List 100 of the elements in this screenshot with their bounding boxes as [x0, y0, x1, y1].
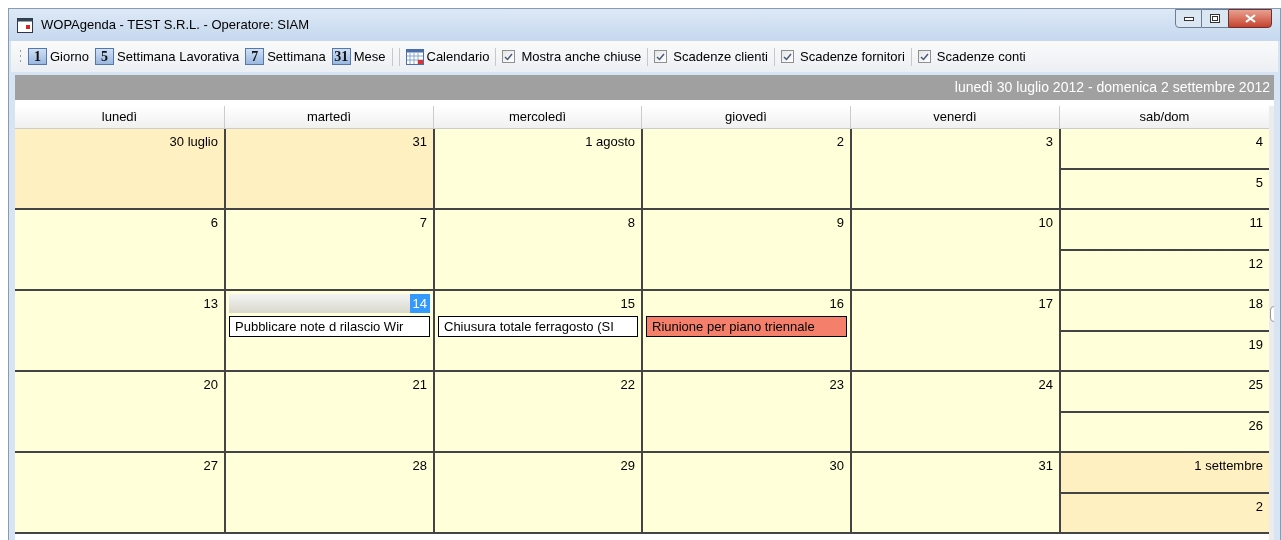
- day-cell[interactable]: 18: [1061, 291, 1269, 330]
- date-icon: 1: [28, 48, 47, 65]
- day-cell[interactable]: 7: [224, 210, 433, 289]
- day-number: 20: [202, 376, 219, 394]
- day-cell[interactable]: 11: [1061, 210, 1269, 249]
- day-cell[interactable]: 24: [850, 372, 1059, 451]
- day-number: 30: [828, 457, 845, 475]
- filter-checkbox[interactable]: Mostra anche chiuse: [502, 46, 642, 67]
- day-cell[interactable]: 13: [15, 291, 224, 370]
- calendar-event[interactable]: Riunione per piano triennale: [646, 316, 847, 337]
- date-icon: 31: [331, 48, 351, 65]
- day-cell[interactable]: 15 Chiusura totale ferragosto (SI: [433, 291, 641, 370]
- check-icon: [656, 52, 666, 61]
- day-cell[interactable]: 10: [850, 210, 1059, 289]
- day-number: 1 settembre: [1194, 457, 1263, 475]
- calendar-icon: [17, 17, 33, 33]
- column-header: mercoledì: [433, 106, 641, 128]
- column-header: martedì: [224, 106, 433, 128]
- day-number: 9: [835, 214, 845, 232]
- day-cell[interactable]: 12: [1061, 248, 1269, 289]
- day-cell[interactable]: 31: [850, 453, 1059, 532]
- day-cell[interactable]: 22: [433, 372, 641, 451]
- day-number: 19: [1248, 335, 1263, 354]
- day-cell[interactable]: 14 Pubblicare note d rilascio Wir: [224, 291, 433, 370]
- day-number: 23: [828, 376, 845, 394]
- day-number: 22: [619, 376, 636, 394]
- minimize-button[interactable]: [1175, 9, 1202, 28]
- day-number: 31: [1037, 457, 1054, 475]
- day-number: 3: [1044, 133, 1054, 151]
- day-cell[interactable]: 29: [433, 453, 641, 532]
- maximize-icon: [1210, 14, 1220, 23]
- day-cell[interactable]: 1 settembre: [1061, 453, 1269, 492]
- day-number: 7: [418, 214, 428, 232]
- toolbar-grip: [19, 48, 22, 65]
- day-number: 29: [619, 457, 636, 475]
- day-cell[interactable]: 23: [641, 372, 850, 451]
- minimize-icon: [1183, 16, 1194, 21]
- day-cell[interactable]: 26: [1061, 410, 1269, 451]
- filter-checkbox[interactable]: Scadenze fornitori: [781, 46, 905, 67]
- day-cell[interactable]: 4: [1061, 129, 1269, 168]
- day-cell[interactable]: 30: [641, 453, 850, 532]
- day-number: 30 luglio: [168, 133, 219, 151]
- day-number: 14: [409, 294, 430, 313]
- day-cell[interactable]: 1 agosto: [433, 129, 641, 208]
- column-header: venerdì: [850, 106, 1059, 128]
- day-number: 5: [1255, 173, 1263, 192]
- day-cell[interactable]: 28: [224, 453, 433, 532]
- day-cell[interactable]: 17: [850, 291, 1059, 370]
- window-title: WOPAgenda - TEST S.R.L. - Operatore: SIAM: [41, 16, 310, 35]
- day-cell[interactable]: 25: [1061, 372, 1269, 411]
- day-number: 26: [1248, 416, 1263, 435]
- day-number: 25: [1248, 376, 1263, 394]
- date-icon: 7: [245, 48, 265, 65]
- day-number: 17: [1037, 295, 1054, 313]
- column-header: giovedì: [641, 106, 850, 128]
- view-button[interactable]: 31 Mese: [331, 46, 386, 67]
- date-icon: 5: [95, 48, 115, 65]
- day-number: 2: [1255, 497, 1263, 516]
- column-header: sab/dom: [1059, 106, 1269, 128]
- calendar-event[interactable]: Chiusura totale ferragosto (SI: [438, 316, 638, 337]
- day-cell[interactable]: 20: [15, 372, 224, 451]
- view-button[interactable]: 5 Settimana Lavorativa: [95, 46, 240, 67]
- day-cell[interactable]: 27: [15, 453, 224, 532]
- day-number: 18: [1248, 295, 1263, 313]
- day-number: 8: [626, 214, 636, 232]
- day-number: 10: [1037, 214, 1054, 232]
- day-cell[interactable]: 5: [1061, 167, 1269, 208]
- filter-checkbox[interactable]: Scadenze conti: [917, 46, 1026, 67]
- day-cell[interactable]: 9: [641, 210, 850, 289]
- scrollbar[interactable]: [1269, 106, 1274, 540]
- day-number: 16: [828, 295, 845, 313]
- close-button[interactable]: [1228, 9, 1272, 28]
- maximize-button[interactable]: [1202, 9, 1228, 28]
- day-number: 11: [1249, 214, 1263, 232]
- day-cell[interactable]: 31: [224, 129, 433, 208]
- day-cell[interactable]: 21: [224, 372, 433, 451]
- day-cell[interactable]: 2: [641, 129, 850, 208]
- calendar-event[interactable]: Pubblicare note d rilascio Wir: [229, 316, 430, 337]
- day-number: 4: [1255, 133, 1263, 151]
- day-cell[interactable]: 19: [1061, 329, 1269, 370]
- day-cell[interactable]: 6: [15, 210, 224, 289]
- day-number: 21: [411, 376, 428, 394]
- check-icon: [783, 52, 792, 61]
- view-button[interactable]: 7 Settimana: [245, 46, 326, 67]
- close-icon: [1244, 14, 1256, 23]
- check-icon: [504, 52, 514, 61]
- day-cell[interactable]: 8: [433, 210, 641, 289]
- day-number: 12: [1248, 254, 1263, 273]
- day-cell[interactable]: 2: [1061, 491, 1269, 532]
- check-icon: [919, 52, 929, 61]
- day-cell[interactable]: 30 luglio: [15, 129, 224, 208]
- day-cell[interactable]: 16 Riunione per piano triennale: [641, 291, 850, 370]
- day-number: 28: [411, 457, 428, 475]
- filter-checkbox[interactable]: Scadenze clienti: [654, 46, 768, 67]
- day-cell[interactable]: 3: [850, 129, 1059, 208]
- day-number: 31: [411, 133, 428, 151]
- view-button[interactable]: 1 Giorno: [28, 46, 90, 67]
- view-button[interactable]: Calendario: [405, 46, 490, 67]
- day-number: 27: [202, 457, 219, 475]
- date-range-label: lunedì 30 luglio 2012 - domenica 2 settembre 2012: [954, 78, 1270, 97]
